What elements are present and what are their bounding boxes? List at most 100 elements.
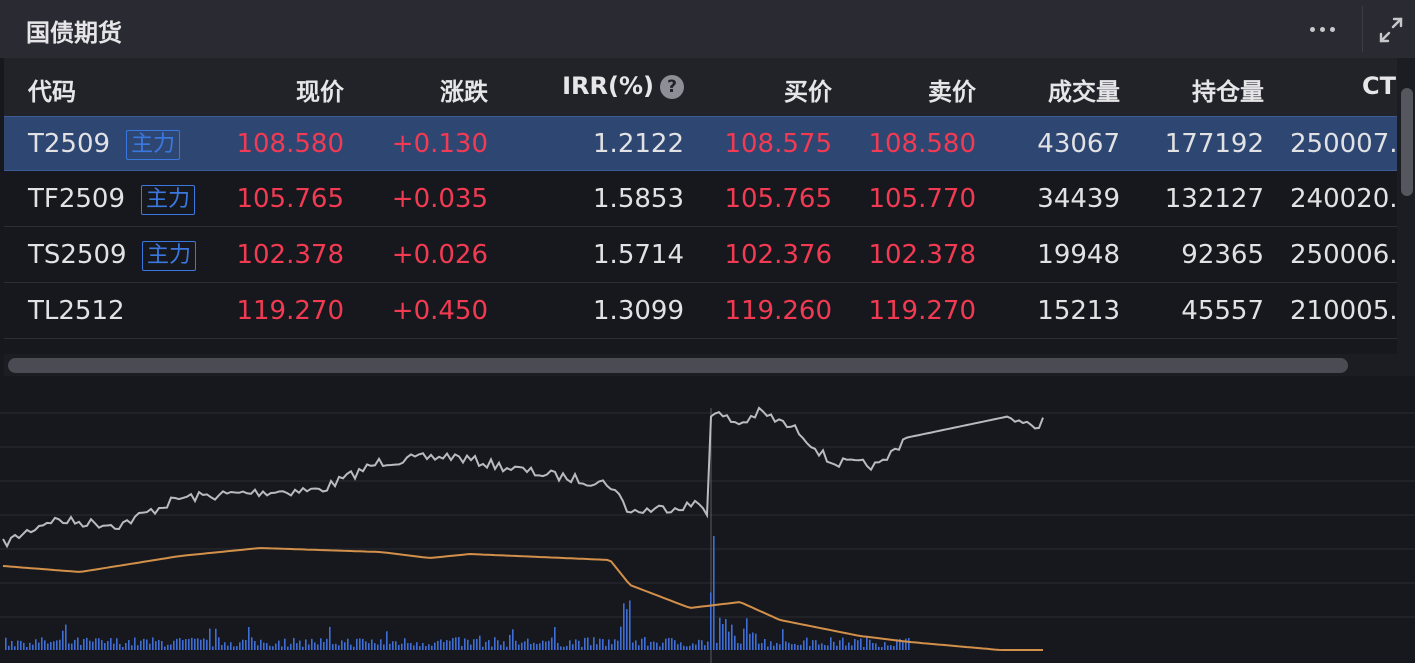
volume-bar (887, 645, 889, 650)
table-row[interactable]: TF2509 主力 105.765 +0.035 1.5853 105.765 … (4, 172, 1397, 227)
volume-bar (212, 646, 214, 650)
help-icon[interactable]: ? (660, 75, 684, 99)
col-ct[interactable]: CT (1362, 72, 1396, 100)
row-price: 108.580 (236, 129, 344, 159)
col-code[interactable]: 代码 (28, 72, 76, 107)
volume-bar (575, 639, 577, 650)
volume-bar (629, 600, 631, 650)
col-price[interactable]: 现价 (296, 72, 344, 107)
horizontal-scrollbar-thumb[interactable] (8, 358, 1348, 373)
volume-bar (122, 646, 124, 650)
volume-bar (815, 640, 817, 650)
row-bid: 108.575 (724, 129, 832, 159)
panel-title: 国债期货 (26, 19, 122, 47)
volume-bar (20, 640, 22, 650)
volume-bar (68, 643, 70, 650)
row-ask: 105.770 (868, 184, 976, 214)
volume-bar (86, 637, 88, 650)
volume-bar (140, 640, 142, 650)
volume-bar (836, 645, 838, 650)
row-ask: 119.270 (868, 296, 976, 326)
col-volume[interactable]: 成交量 (1048, 72, 1120, 107)
volume-bar (56, 640, 58, 650)
volume-bar (206, 639, 208, 650)
row-change: +0.035 (391, 184, 488, 214)
col-irr[interactable]: IRR(%)? (562, 72, 684, 100)
volume-bar (311, 638, 313, 650)
volume-bar (200, 639, 202, 650)
volume-bar (791, 644, 793, 650)
volume-bar (476, 638, 478, 650)
col-bid[interactable]: 买价 (784, 72, 832, 107)
intraday-chart[interactable] (0, 380, 1415, 663)
volume-bar (881, 646, 883, 650)
volume-bar (866, 637, 868, 650)
volume-bar (656, 642, 658, 650)
volume-bar (392, 641, 394, 650)
volume-bar (119, 643, 121, 650)
volume-bar (251, 637, 253, 650)
table-row[interactable]: TL2512 119.270 +0.450 1.3099 119.260 119… (4, 284, 1397, 339)
expand-icon[interactable] (1370, 10, 1412, 50)
volume-bar (50, 642, 52, 650)
volume-bar (431, 645, 433, 650)
volume-bar (806, 637, 808, 650)
col-ask[interactable]: 卖价 (928, 72, 976, 107)
volume-bar (863, 646, 865, 650)
volume-bar (830, 637, 832, 650)
volume-bar (14, 646, 16, 650)
volume-bar (875, 643, 877, 650)
volume-bar (659, 646, 661, 650)
volume-bar (779, 644, 781, 650)
row-code: TS2509 (28, 240, 127, 270)
volume-bar (548, 640, 550, 650)
volume-bar (338, 645, 340, 650)
volume-bar (773, 645, 775, 650)
volume-bar (401, 643, 403, 650)
volume-bar (782, 629, 784, 650)
table-row[interactable]: T2509 主力 108.580 +0.130 1.2122 108.575 1… (4, 116, 1397, 171)
volume-bar (107, 641, 109, 650)
volume-bar (446, 640, 448, 650)
table-header: 代码 现价 涨跌 IRR(%)? 买价 卖价 成交量 持仓量 CT (4, 58, 1397, 116)
volume-bar (818, 644, 820, 650)
volume-bar (98, 638, 100, 650)
volume-bar (584, 637, 586, 650)
volume-bar (509, 634, 511, 650)
volume-bar (182, 640, 184, 650)
volume-bar (608, 639, 610, 650)
volume-bar (341, 640, 343, 650)
volume-bar (41, 637, 43, 650)
volume-bar (17, 640, 19, 650)
volume-bar (827, 645, 829, 650)
volume-bar (254, 640, 256, 650)
volume-bar (812, 640, 814, 650)
volume-bar (101, 640, 103, 650)
row-ct: 240020. (1290, 184, 1397, 214)
volume-bar (698, 639, 700, 650)
volume-bar (908, 637, 910, 650)
volume-bar (278, 640, 280, 650)
volume-bar (797, 645, 799, 650)
volume-bar (671, 638, 673, 650)
volume-bar (731, 624, 733, 650)
vertical-scrollbar-thumb[interactable] (1401, 88, 1413, 196)
volume-bar (572, 644, 574, 650)
volume-bar (413, 645, 415, 650)
volume-bar (650, 641, 652, 650)
table-row[interactable]: TS2509 主力 102.378 +0.026 1.5714 102.376 … (4, 228, 1397, 283)
volume-bar (620, 626, 622, 650)
more-icon[interactable] (1296, 12, 1348, 46)
volume-bar (359, 638, 361, 650)
volume-bar (563, 646, 565, 650)
volume-bar (155, 641, 157, 650)
volume-bar (635, 640, 637, 650)
volume-bar (665, 638, 667, 650)
volume-bar (638, 645, 640, 650)
volume-bar (35, 639, 37, 650)
col-change[interactable]: 涨跌 (440, 72, 488, 107)
volume-bar (236, 646, 238, 650)
row-open-interest: 92365 (1181, 240, 1264, 270)
volume-bar (641, 638, 643, 650)
col-open-interest[interactable]: 持仓量 (1192, 72, 1264, 107)
